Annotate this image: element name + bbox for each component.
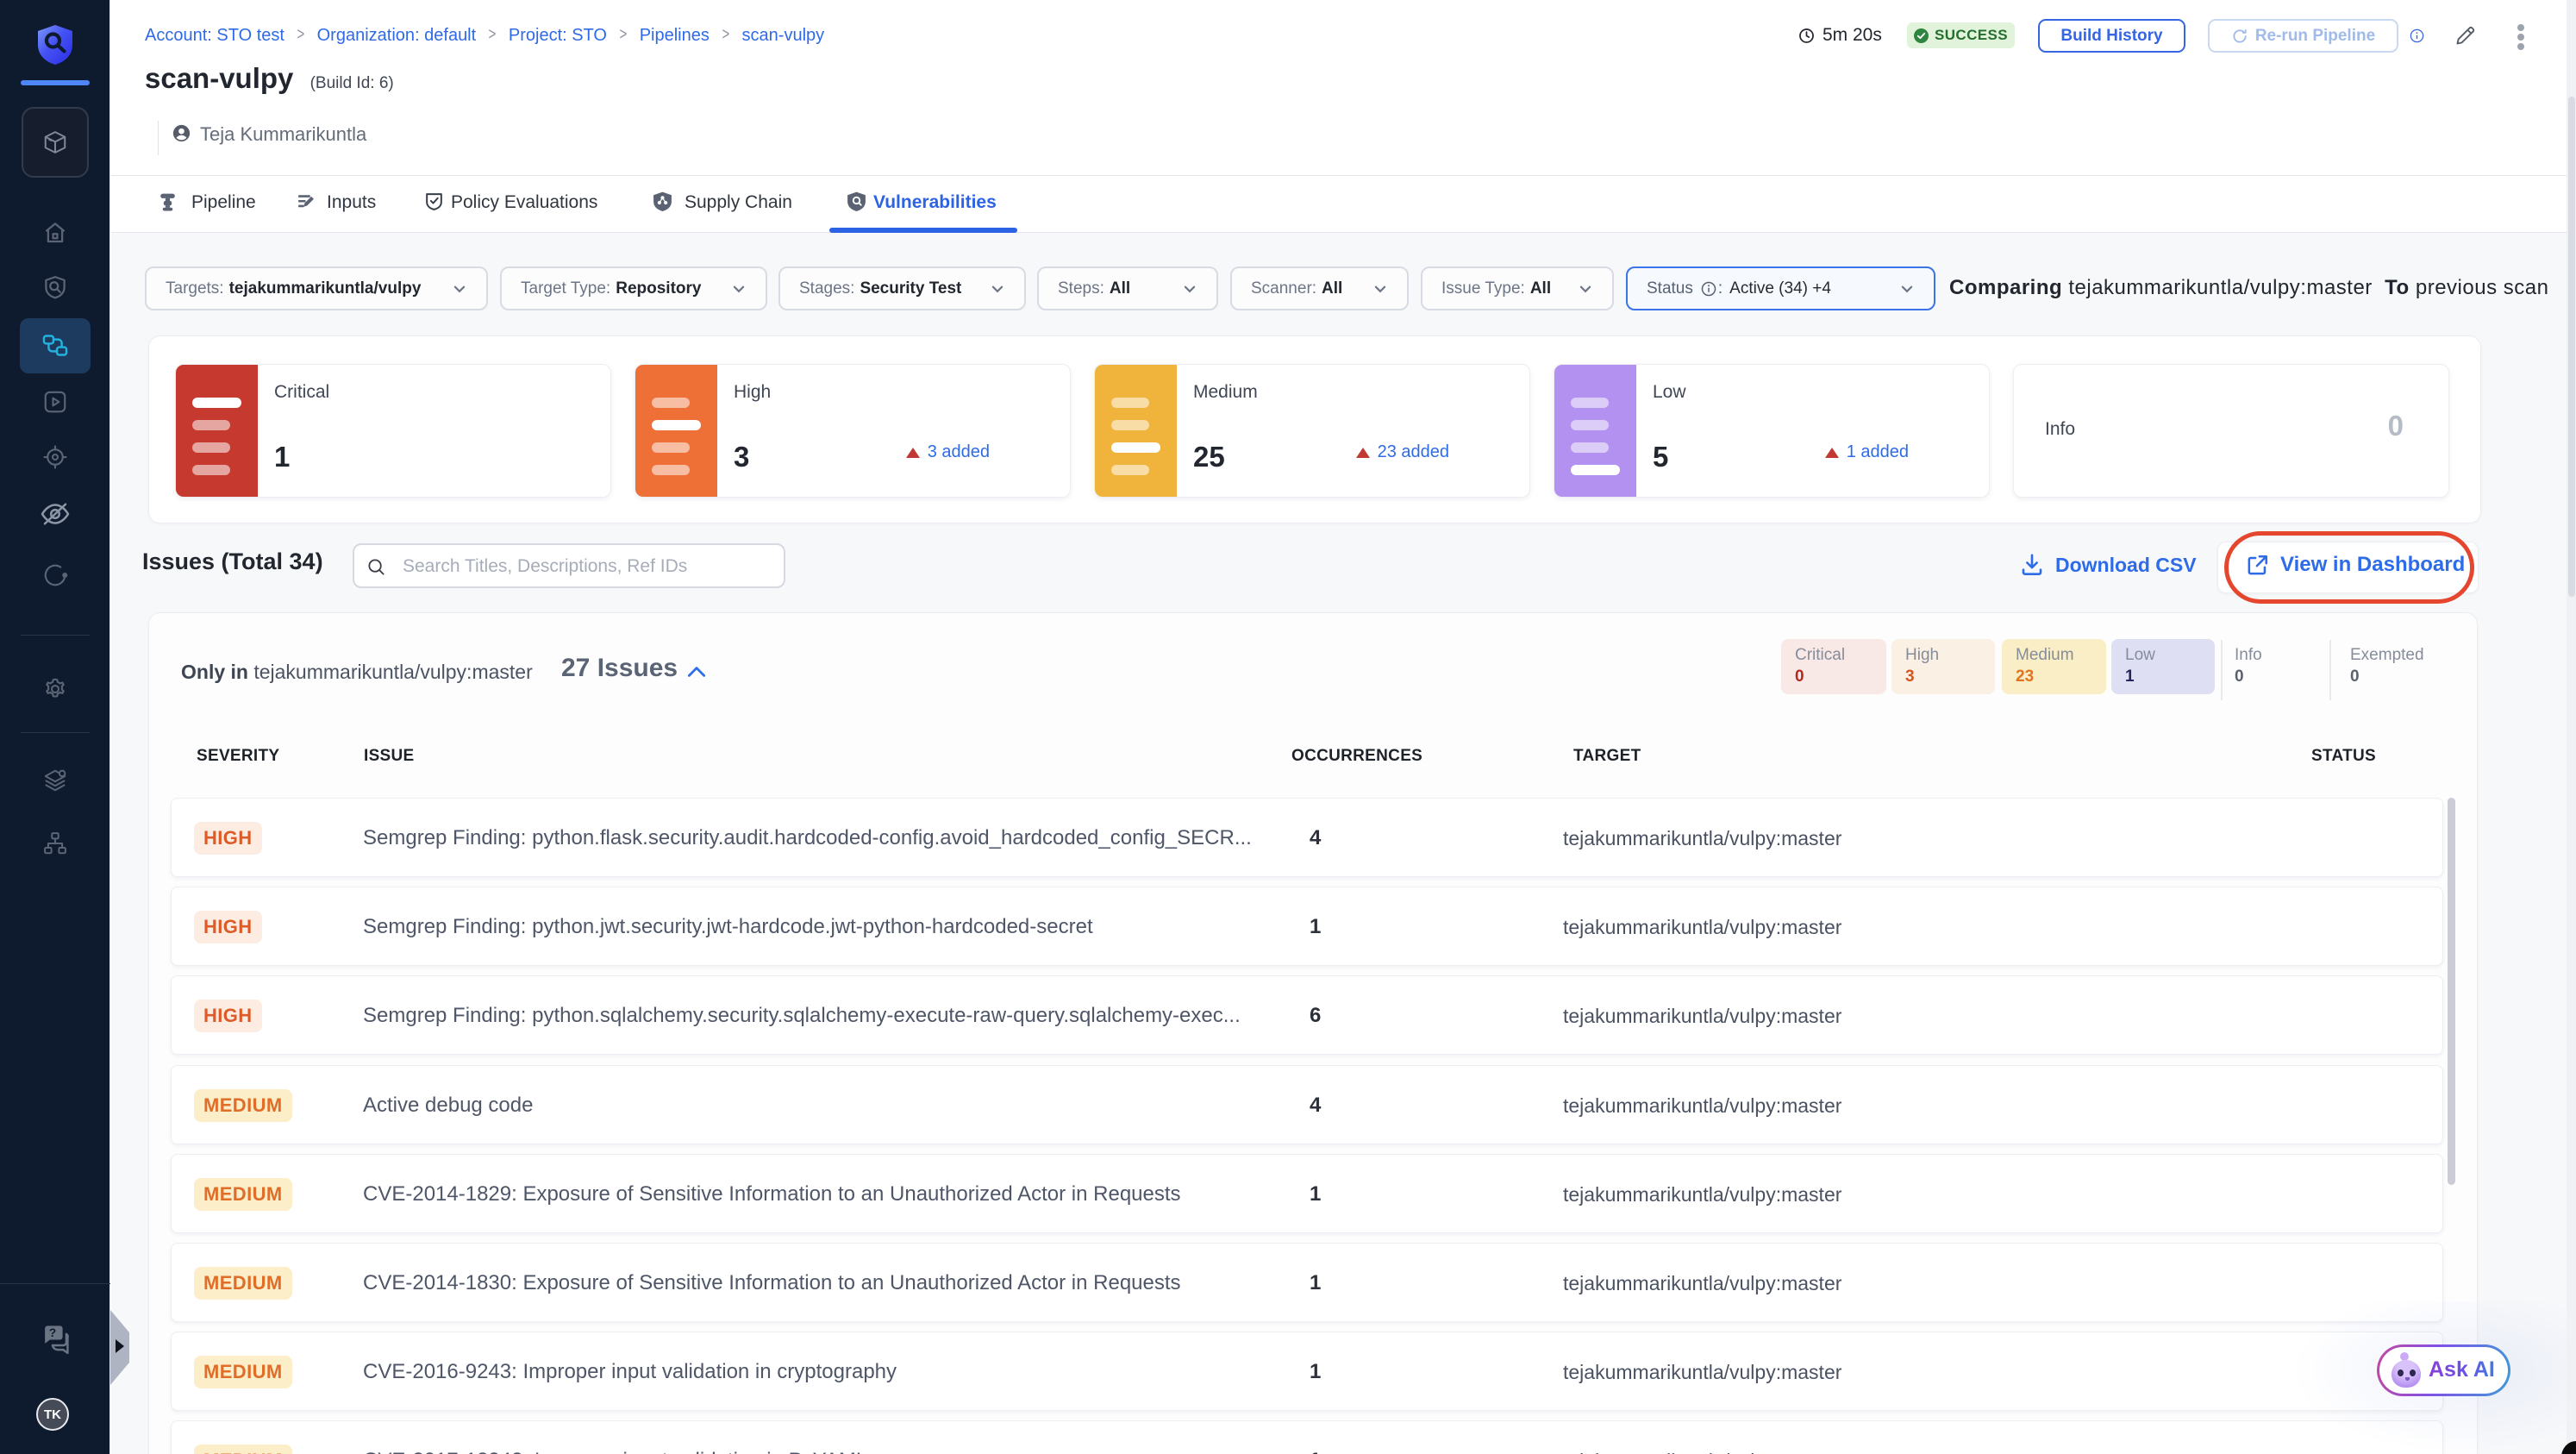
svg-text:?: ? xyxy=(49,1326,56,1339)
